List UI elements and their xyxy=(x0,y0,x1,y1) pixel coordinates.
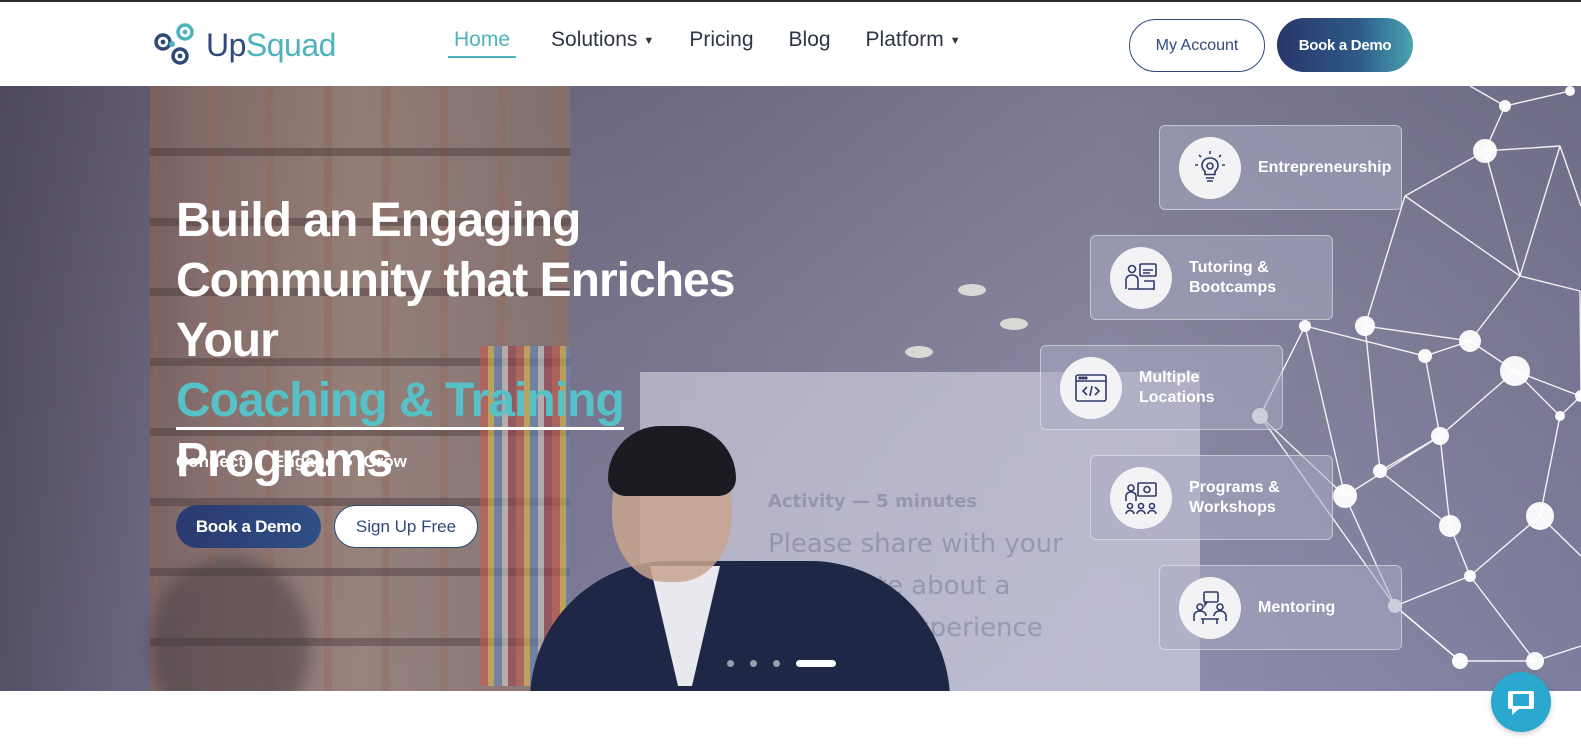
nav-solutions[interactable]: Solutions ▼ xyxy=(551,28,654,52)
ceiling-light xyxy=(958,284,986,296)
nav-blog[interactable]: Blog xyxy=(789,28,831,52)
card-tutoring-bootcamps[interactable]: Tutoring & Bootcamps xyxy=(1090,235,1333,320)
hero-heading: Build an Engaging Community that Enriche… xyxy=(176,191,736,491)
hero-heading-line: Community that Enriches xyxy=(176,254,735,307)
logo-up-text: Up xyxy=(206,26,246,63)
whiteboard-line: Please share with your xyxy=(768,529,1063,559)
nav-pricing[interactable]: Pricing xyxy=(689,28,753,52)
hero-heading-highlight: Coaching & Training xyxy=(176,375,625,430)
hero-tagline: Connect Engage Grow xyxy=(176,452,407,472)
bullet-dot xyxy=(345,458,353,466)
card-multiple-locations[interactable]: Multiple Locations xyxy=(1040,345,1283,430)
nav-solutions-label: Solutions xyxy=(551,28,638,51)
nav-pricing-label: Pricing xyxy=(689,28,754,51)
nav-platform-label: Platform xyxy=(865,28,944,51)
upsquad-logo[interactable]: UpSquad xyxy=(152,22,336,68)
bullet-dot xyxy=(255,458,262,466)
nav-home-label: Home xyxy=(454,28,511,51)
tagline-connect: Connect xyxy=(176,452,244,471)
logo-squad-text: Squad xyxy=(245,26,337,63)
tagline-grow: Grow xyxy=(363,452,407,471)
carousel-dot-1[interactable] xyxy=(727,660,734,667)
chat-icon xyxy=(1508,691,1534,715)
card-locations-label: Multiple Locations xyxy=(1139,368,1215,406)
card-tutoring-label: Tutoring & Bootcamps xyxy=(1189,258,1277,296)
card-mentoring[interactable]: Mentoring xyxy=(1159,565,1402,650)
card-entrepreneurship-label: Entrepreneurship xyxy=(1258,158,1392,176)
card-programs-workshops[interactable]: Programs & Workshops xyxy=(1090,455,1333,540)
logo-mark-icon xyxy=(154,23,194,65)
my-account-button[interactable]: My Account xyxy=(1129,19,1265,72)
carousel-indicators xyxy=(727,660,836,667)
card-programs-label: Programs & Workshops xyxy=(1189,478,1280,516)
ceiling-light xyxy=(1000,318,1028,330)
sign-up-free-button[interactable]: Sign Up Free xyxy=(334,505,478,548)
site-header: UpSquad Home Solutions ▼ Pricing Blog Pla… xyxy=(0,2,1581,86)
hero-heading-line: Build an Engaging xyxy=(176,194,581,247)
carousel-dot-3[interactable] xyxy=(773,660,780,667)
lightbulb-gear-icon xyxy=(1179,136,1241,199)
nav-blog-label: Blog xyxy=(788,28,831,51)
main-nav: Home Solutions ▼ Pricing Blog Platform ▼ xyxy=(448,28,996,58)
book-demo-hero-button[interactable]: Book a Demo xyxy=(176,505,321,548)
nav-home[interactable]: Home xyxy=(448,28,517,58)
nav-platform[interactable]: Platform ▼ xyxy=(866,28,961,52)
chevron-down-icon: ▼ xyxy=(643,35,655,47)
carousel-dot-2[interactable] xyxy=(750,660,757,667)
whiteboard-line: Activity — 5 minutes xyxy=(768,491,978,512)
mentor-chat-icon xyxy=(1179,576,1241,639)
logo-wordmark: UpSquad xyxy=(206,27,336,64)
tutor-board-icon xyxy=(1110,246,1172,309)
hero-section: Activity — 5 minutes Please share with y… xyxy=(0,86,1581,691)
hero-heading-line: Your xyxy=(176,314,279,367)
presentation-group-icon xyxy=(1110,466,1172,529)
tagline-engage: Engage xyxy=(273,452,335,471)
card-mentoring-label: Mentoring xyxy=(1258,598,1336,616)
chat-widget-button[interactable] xyxy=(1491,672,1551,732)
carousel-dot-4-active[interactable] xyxy=(796,660,836,667)
book-demo-header-button[interactable]: Book a Demo xyxy=(1277,18,1413,72)
chevron-down-icon: ▼ xyxy=(949,35,961,47)
ceiling-light xyxy=(905,346,933,358)
code-window-icon xyxy=(1060,356,1122,419)
card-entrepreneurship[interactable]: Entrepreneurship xyxy=(1159,125,1402,210)
